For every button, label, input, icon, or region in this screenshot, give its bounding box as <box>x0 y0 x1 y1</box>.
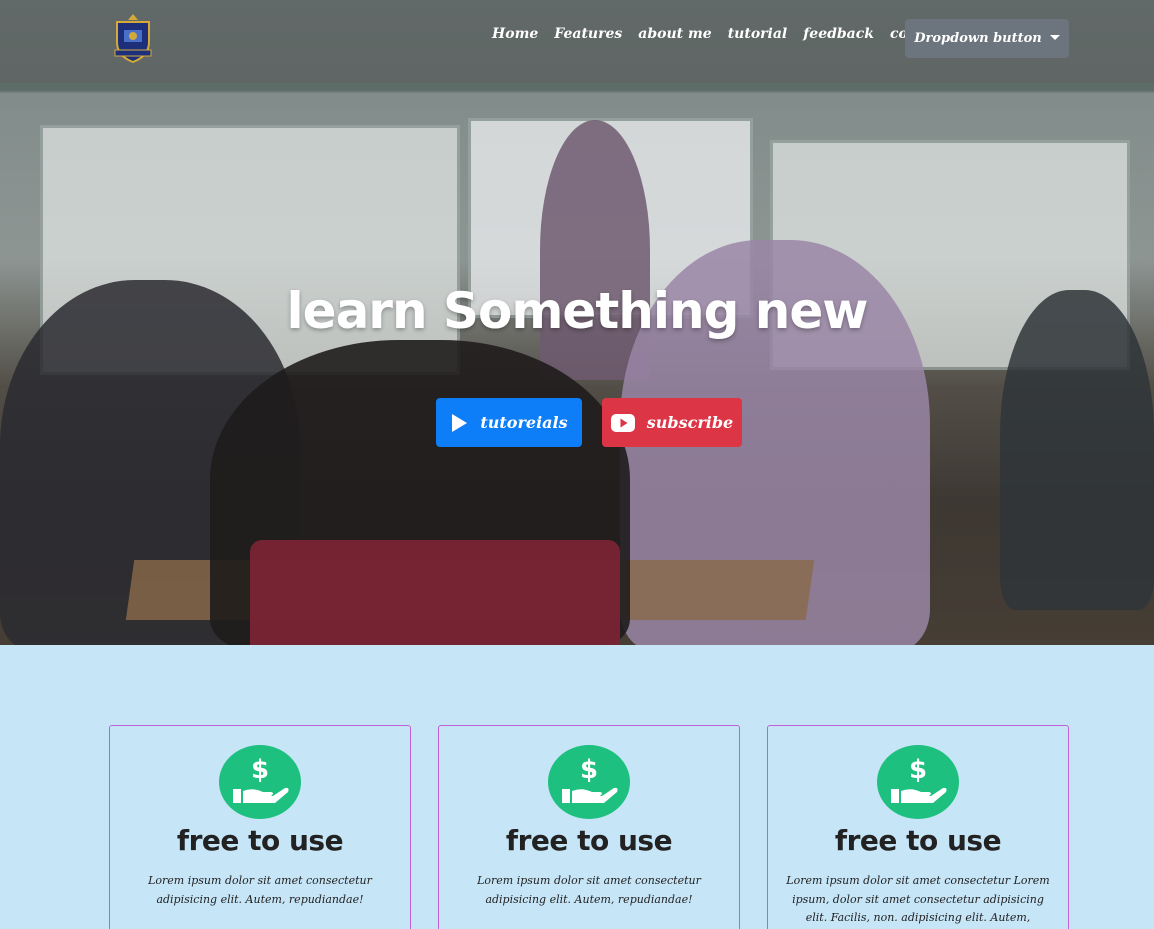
card-text: Lorem ipsum dolor sit amet consectetur a… <box>148 874 372 906</box>
svg-text:$: $ <box>251 755 269 785</box>
play-icon <box>452 413 468 432</box>
hero-section: learn Something new tutoreials subscribe <box>0 0 1154 645</box>
background-teacher <box>540 120 650 380</box>
svg-text:$: $ <box>580 755 598 785</box>
subscribe-button[interactable]: subscribe <box>602 398 742 447</box>
nav-link-tutorial[interactable]: tutorial <box>728 26 788 42</box>
dropdown-button-label: Dropdown button <box>914 31 1042 46</box>
youtube-icon <box>610 413 635 432</box>
card-text: Lorem ipsum dolor sit amet consectetur a… <box>477 874 701 906</box>
dropdown-button[interactable]: Dropdown button <box>905 19 1069 58</box>
svg-text:$: $ <box>909 755 927 785</box>
money-hand-icon: $ <box>877 745 959 819</box>
nav-link-about-me[interactable]: about me <box>638 26 711 42</box>
feature-card: $ free to use Lorem ipsum dolor sit amet… <box>767 725 1069 929</box>
money-hand-icon: $ <box>219 745 301 819</box>
nav-links: Home Features about me tutorial feedback… <box>492 26 949 42</box>
tutorials-button-label: tutoreials <box>480 413 568 432</box>
navbar: Home Features about me tutorial feedback… <box>0 0 1154 83</box>
card-title: free to use <box>505 824 673 857</box>
card-text: Lorem ipsum dolor sit amet consectetur L… <box>786 874 1050 924</box>
card-title: free to use <box>834 824 1002 857</box>
subscribe-button-label: subscribe <box>646 413 734 432</box>
background-student-jacket <box>250 540 620 645</box>
feature-card: $ free to use Lorem ipsum dolor sit amet… <box>109 725 411 929</box>
card-title: free to use <box>176 824 344 857</box>
nav-link-features[interactable]: Features <box>554 26 622 42</box>
nav-link-feedback[interactable]: feedback <box>803 26 874 42</box>
money-hand-icon: $ <box>548 745 630 819</box>
caret-down-icon <box>1049 35 1060 40</box>
feature-card: $ free to use Lorem ipsum dolor sit amet… <box>438 725 740 929</box>
school-crest-logo[interactable] <box>112 12 154 64</box>
tutorials-button[interactable]: tutoreials <box>436 398 582 447</box>
nav-link-home[interactable]: Home <box>492 26 538 42</box>
hero-title: learn Something new <box>286 282 869 340</box>
